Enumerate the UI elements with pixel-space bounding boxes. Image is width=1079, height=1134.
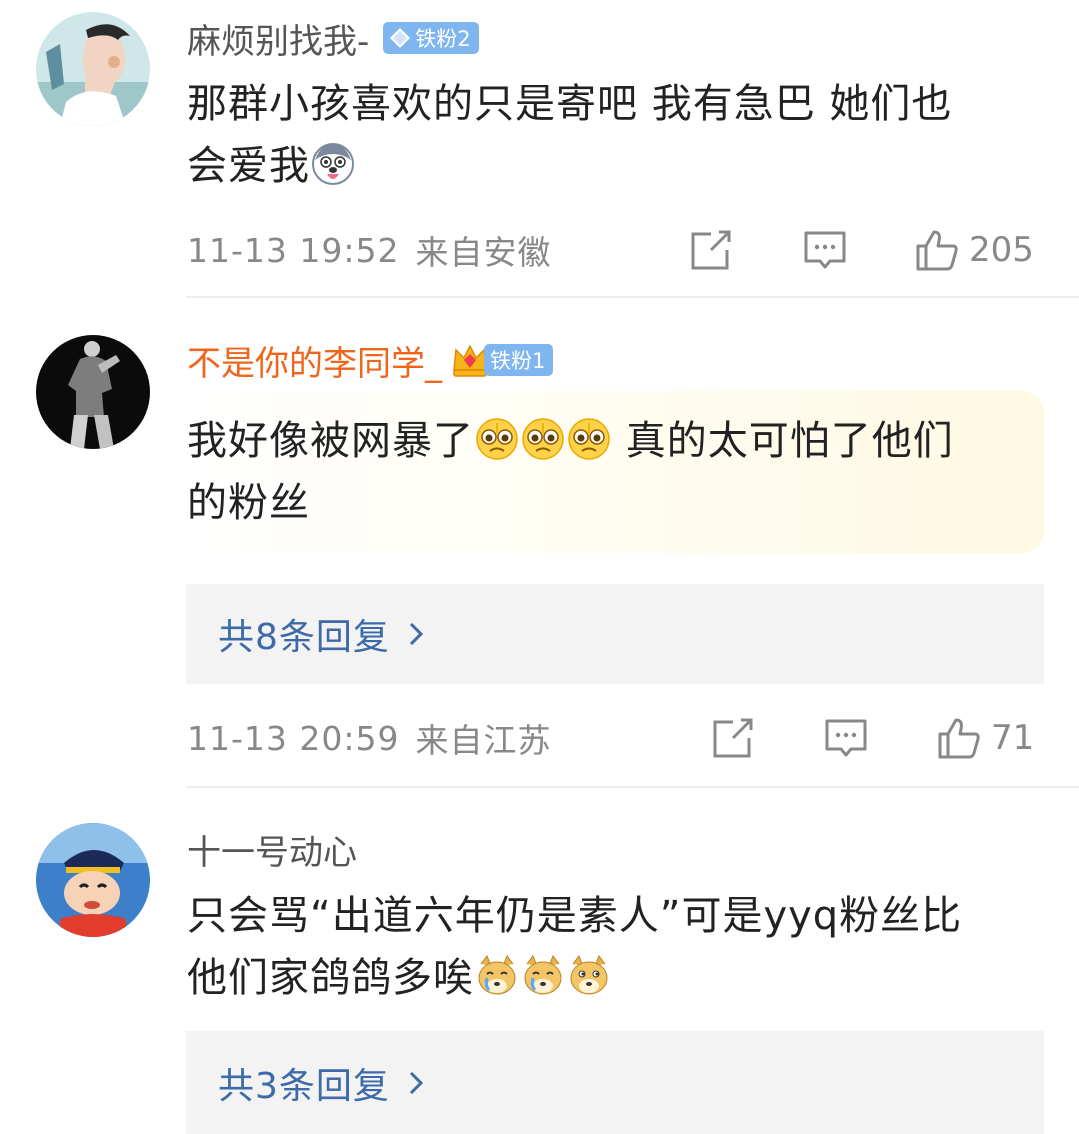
pleading-face-emoji-icon [476,418,518,460]
chevron-right-icon [409,622,424,646]
pleading-face-emoji-icon [568,418,610,460]
username-text[interactable]: 十一号动心 [187,825,357,874]
comment-text-line: 我好像被网暴了 真的太可怕了他们 [187,410,1037,472]
doge-crying-emoji-icon [524,954,562,995]
comment-text: 我好像被网暴了 真的太可怕了他们 的粉丝 [187,410,1037,534]
doge-emoji-icon [570,954,608,995]
repost-button[interactable] [689,228,733,272]
divider [186,786,1079,788]
repost-icon [691,230,731,270]
comment-meta: 11-13 19:52 来自安徽 205 [187,225,1045,275]
replies-link[interactable]: 共3条回复 [186,1031,1044,1134]
username[interactable]: 十一号动心 [187,825,357,873]
pleading-face-emoji-icon [522,418,564,460]
username-text[interactable]: 麻烦别找我- [187,14,369,63]
thumbs-up-icon [916,230,958,271]
replies-label[interactable]: 共3条回复 [218,1057,390,1109]
comment-text-line: 只会骂“出道六年仍是素人”可是yyq粉丝比 [187,893,963,939]
comment-text-span: 我好像被网暴了 [187,418,474,464]
comment-bubble-icon [804,231,846,269]
username[interactable]: 麻烦别找我- 铁粉2 [187,14,479,62]
replies-label[interactable]: 共8条回复 [218,608,390,660]
comment-text-span: 真的太可怕了他们 [612,418,954,464]
comment-text-span: 会爱我 [187,143,310,189]
like-button[interactable]: 71 [937,716,1034,760]
husky-tongue-emoji-icon [312,143,354,185]
comment-location: 来自安徽 [415,233,552,272]
comment-meta: 11-13 20:59 来自江苏 71 [187,713,1045,763]
comment-location: 来自江苏 [415,721,552,760]
doge-crying-emoji-icon [478,954,516,995]
replies-link[interactable]: 共8条回复 [186,584,1044,684]
comment-text-line: 会爱我 [187,135,1037,197]
comment-text-line: 的粉丝 [187,480,310,526]
badge-label: 铁粉1 [490,349,546,373]
repost-button[interactable] [711,716,755,760]
comment-bubble-icon [825,719,867,757]
comment-button[interactable] [824,716,868,760]
avatar[interactable] [36,12,150,126]
username[interactable]: 不是你的李同学_ 铁粉1 [187,336,554,385]
comment-text: 只会骂“出道六年仍是素人”可是yyq粉丝比 他们家鸽鸽多唉 [187,885,1037,1009]
diamond-icon [390,28,411,48]
chevron-right-icon [409,1071,424,1094]
fan-badge-label-box: 铁粉1 [484,344,554,376]
avatar[interactable] [36,335,150,449]
badge-label: 铁粉2 [415,27,471,51]
comment-date: 11-13 20:59 [187,718,400,758]
like-button[interactable]: 205 [915,228,1034,272]
username-text[interactable]: 不是你的李同学_ [187,336,442,385]
comment-text-line: 他们家鸽鸽多唉 [187,947,1037,1009]
comment-button[interactable] [803,228,847,272]
avatar[interactable] [36,823,150,937]
fan-badge: 铁粉1 [450,340,554,380]
comment-date: 11-13 19:52 [187,230,400,270]
comment-text-span: 他们家鸽鸽多唉 [187,955,474,1001]
like-count: 71 [991,718,1035,758]
thumbs-up-icon [938,718,980,759]
fan-badge: 铁粉2 [383,22,479,54]
comment-text-line: 那群小孩喜欢的只是寄吧 我有急巴 她们也 [187,81,953,127]
divider [186,296,1079,298]
comment-text: 那群小孩喜欢的只是寄吧 我有急巴 她们也 会爱我 [187,73,1037,197]
repost-icon [713,718,753,758]
like-count: 205 [969,230,1034,270]
